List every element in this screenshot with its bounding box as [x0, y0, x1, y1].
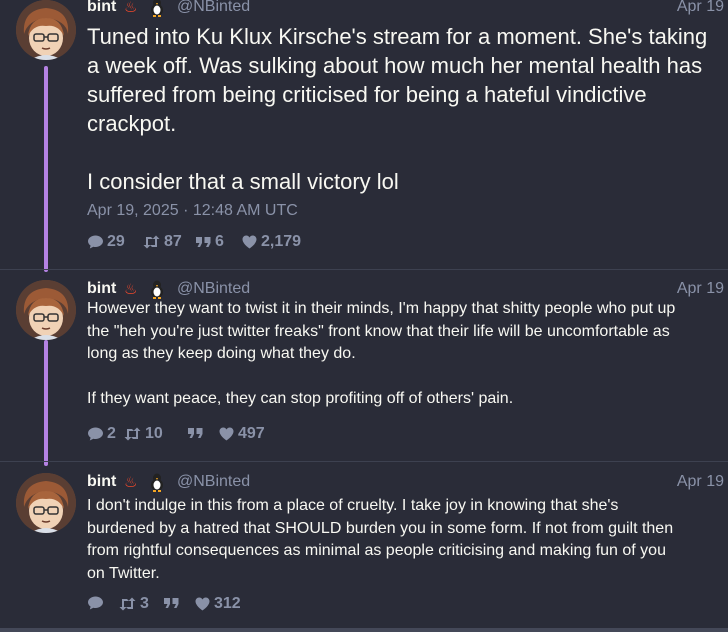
reply-stat[interactable]: 2	[87, 425, 116, 443]
svg-text:♨: ♨	[124, 0, 137, 16]
fire-icon: ♨	[124, 472, 146, 497]
username-link[interactable]: @NBinted	[177, 280, 250, 298]
tweet-content: However they want to twist it in their m…	[87, 300, 676, 407]
avatar[interactable]	[16, 280, 76, 340]
quote-stat[interactable]	[187, 425, 207, 441]
retweet-icon	[119, 597, 136, 611]
quote-count: 6	[215, 233, 224, 250]
penguin-icon	[149, 0, 165, 22]
tweet-date-link[interactable]: Apr 19	[677, 0, 724, 16]
fullname-link[interactable]: bint	[87, 473, 116, 491]
like-stat[interactable]: 2,179	[241, 233, 301, 251]
tweet-content: I don't indulge in this from a place of …	[87, 497, 674, 582]
retweet-stat[interactable]: 10	[123, 425, 163, 443]
quote-stat[interactable]	[163, 595, 183, 611]
comment-icon	[88, 427, 103, 441]
tweet-divider	[0, 269, 728, 270]
fullname-link[interactable]: bint	[87, 280, 116, 298]
penguin-icon	[149, 472, 165, 497]
reply-stat[interactable]: 29	[87, 233, 125, 251]
retweet-icon	[124, 427, 141, 441]
retweet-count: 10	[145, 425, 163, 442]
quote-icon	[164, 598, 179, 608]
avatar[interactable]	[16, 0, 76, 60]
tweet-divider	[0, 461, 728, 462]
retweet-count: 87	[164, 233, 182, 250]
tweet-date-link[interactable]: Apr 19	[677, 473, 724, 491]
fire-icon: ♨	[124, 0, 146, 22]
tweet-reply[interactable]: bint ♨ @NBinted Apr 19 I don't indulge i…	[0, 473, 728, 623]
tweet-date-link[interactable]: Apr 19	[677, 280, 724, 298]
retweet-stat[interactable]: 3	[118, 595, 149, 613]
like-count: 497	[238, 425, 265, 442]
svg-text:♨: ♨	[124, 280, 137, 298]
retweet-count: 3	[140, 595, 149, 612]
tweet-header: bint ♨ @NBinted Apr 19	[87, 0, 724, 18]
like-count: 2,179	[261, 233, 302, 250]
quote-stat[interactable]: 6	[195, 233, 224, 251]
like-stat[interactable]: 312	[194, 595, 241, 613]
quote-icon	[196, 237, 211, 247]
tweet-reply[interactable]: bint ♨ @NBinted Apr 19 However they want…	[0, 280, 728, 450]
tweet-main[interactable]: bint ♨ @NBinted Apr 19 Tuned into Ku Klu…	[0, 0, 728, 265]
heart-icon	[195, 597, 210, 611]
fullname-link[interactable]: bint	[87, 0, 116, 16]
username-link[interactable]: @NBinted	[177, 0, 250, 16]
svg-text:♨: ♨	[124, 473, 137, 491]
username-link[interactable]: @NBinted	[177, 473, 250, 491]
quote-icon	[188, 428, 203, 438]
like-count: 312	[214, 595, 241, 612]
heart-icon	[219, 427, 234, 441]
reply-count: 2	[107, 425, 116, 442]
reply-stat[interactable]	[87, 595, 107, 611]
heart-icon	[242, 235, 257, 249]
tweet-content: Tuned into Ku Klux Kirsche's stream for …	[87, 24, 708, 194]
tweet-header: bint ♨ @NBinted Apr 19	[87, 473, 724, 493]
avatar[interactable]	[16, 473, 76, 533]
retweet-stat[interactable]: 87	[142, 233, 182, 251]
published-timestamp[interactable]: Apr 19, 2025 · 12:48 AM UTC	[87, 202, 298, 220]
comment-icon	[88, 235, 103, 249]
tweet-header: bint ♨ @NBinted Apr 19	[87, 280, 724, 300]
retweet-icon	[143, 235, 160, 249]
like-stat[interactable]: 497	[218, 425, 265, 443]
reply-count: 29	[107, 233, 125, 250]
bottom-divider	[0, 628, 728, 632]
comment-icon	[88, 596, 103, 610]
